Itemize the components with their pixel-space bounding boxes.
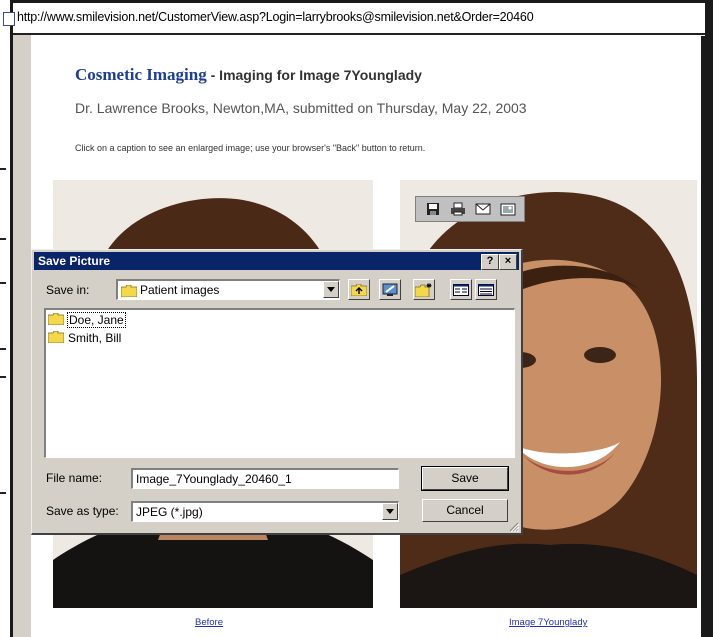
submission-info: Dr. Lawrence Brooks, Newton,MA, submitte…	[75, 100, 527, 116]
list-item[interactable]: Doe, Jane	[47, 312, 126, 328]
page-icon	[3, 12, 15, 26]
scrollbar-edge	[701, 36, 705, 637]
save-as-type-value: JPEG (*.jpg)	[136, 505, 203, 519]
list-item[interactable]: Smith, Bill	[47, 330, 122, 346]
image-toolbar	[415, 196, 525, 222]
cancel-button[interactable]: Cancel	[422, 499, 508, 522]
list-view-icon	[453, 283, 469, 296]
save-in-label: Save in:	[46, 283, 90, 297]
save-button[interactable]: Save	[421, 466, 509, 491]
edge-tick	[0, 376, 6, 378]
explorer-bar	[13, 35, 32, 637]
save-picture-dialog: Save Picture ? × Save in: Patient images…	[31, 249, 523, 535]
details-view-icon	[478, 283, 494, 296]
edge-tick	[0, 348, 6, 350]
chevron-down-icon[interactable]	[382, 503, 398, 520]
brand-title: Cosmetic Imaging	[75, 65, 207, 84]
instruction-text: Click on a caption to see an enlarged im…	[75, 143, 426, 153]
folder-icon	[47, 312, 65, 328]
desktop-button[interactable]	[379, 279, 401, 300]
edge-tick	[0, 282, 6, 284]
page-title: Cosmetic Imaging - Imaging for Image 7Yo…	[75, 65, 422, 85]
details-view-button[interactable]	[475, 279, 497, 300]
desktop-icon	[382, 283, 398, 296]
dialog-title: Save Picture	[38, 254, 111, 268]
folder-icon	[47, 330, 65, 346]
save-in-dropdown[interactable]: Patient images	[116, 279, 340, 300]
new-folder-icon	[415, 282, 432, 297]
close-button[interactable]: ×	[499, 254, 517, 270]
window-border-right	[705, 0, 713, 637]
folder-up-icon	[351, 283, 367, 296]
list-view-button[interactable]	[450, 279, 472, 300]
file-list[interactable]: Doe, Jane Smith, Bill	[44, 308, 515, 458]
folder-icon	[120, 284, 138, 302]
file-name: Doe, Jane	[67, 312, 126, 328]
after-caption-link[interactable]: Image 7Younglady	[509, 617, 587, 628]
print-icon[interactable]	[449, 201, 467, 217]
my-pictures-icon[interactable]	[499, 201, 517, 217]
file-name-label: File name:	[46, 471, 103, 485]
address-bar[interactable]: http://www.smilevision.net/CustomerView.…	[3, 3, 705, 35]
resize-grip-icon[interactable]	[507, 519, 520, 533]
dialog-title-bar[interactable]: Save Picture ? ×	[34, 252, 519, 270]
page-subtitle: - Imaging for Image 7Younglady	[206, 67, 422, 83]
save-icon[interactable]	[424, 201, 442, 217]
address-url[interactable]: http://www.smilevision.net/CustomerView.…	[17, 10, 534, 24]
mail-icon[interactable]	[474, 201, 492, 217]
file-name-field[interactable]	[131, 468, 399, 489]
left-edge	[0, 0, 10, 637]
edge-tick	[0, 168, 6, 170]
edge-tick	[0, 492, 6, 494]
before-caption-link[interactable]: Before	[195, 617, 223, 628]
save-in-value: Patient images	[140, 283, 220, 297]
save-as-type-dropdown[interactable]: JPEG (*.jpg)	[131, 501, 399, 522]
file-name: Smith, Bill	[68, 331, 122, 345]
edge-tick	[0, 238, 6, 240]
chevron-down-icon[interactable]	[323, 281, 339, 298]
help-button[interactable]: ?	[481, 254, 499, 270]
save-as-type-label: Save as type:	[46, 504, 119, 518]
new-folder-button[interactable]	[413, 279, 435, 300]
up-one-level-button[interactable]	[348, 279, 370, 300]
